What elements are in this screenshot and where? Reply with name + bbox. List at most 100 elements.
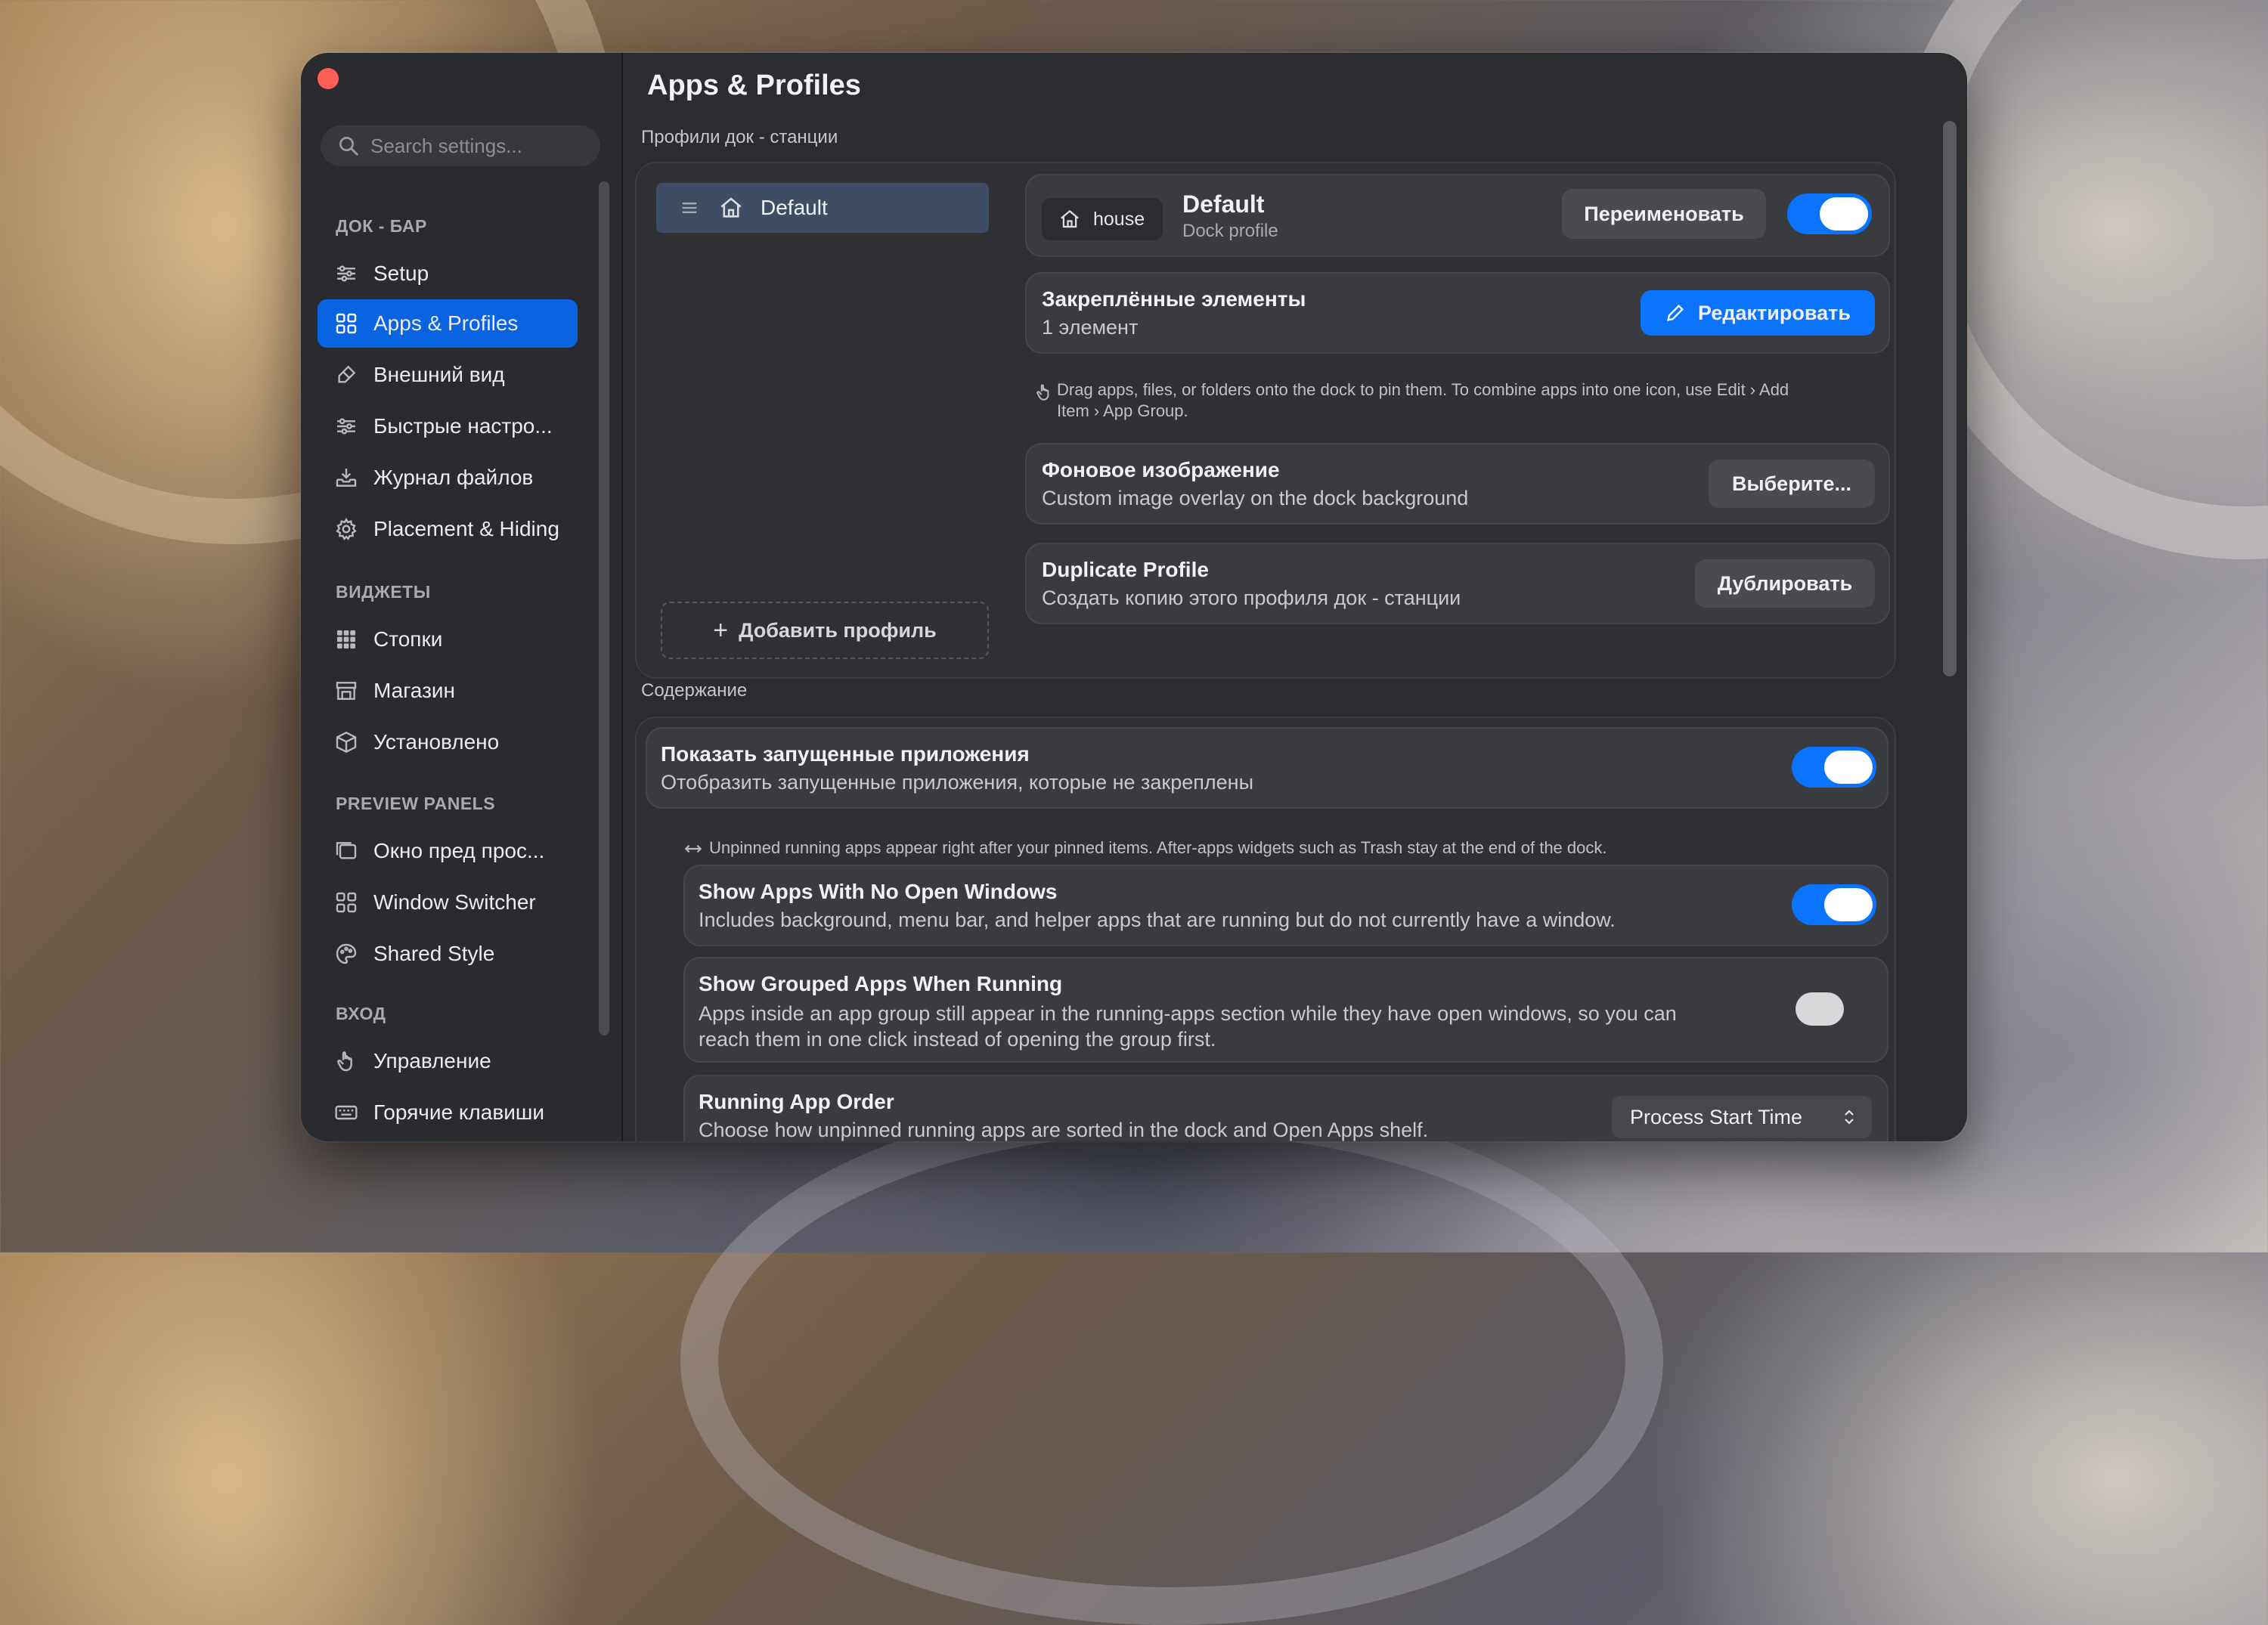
grouped-subtitle: Apps inside an app group still appear in…	[699, 1001, 1772, 1052]
pinned-items-card: Закреплённые элементы 1 элемент Редактир…	[1025, 272, 1890, 354]
store-icon	[336, 682, 357, 700]
settings-window: ДОК - БАР Setup Apps & Profiles Внешний …	[301, 53, 1967, 1141]
sliders-icon	[337, 265, 355, 282]
add-profile-button[interactable]: + Добавить профиль	[661, 602, 989, 659]
show-running-subtitle: Отобразить запущенные приложения, которы…	[661, 771, 1253, 794]
order-select[interactable]: Process Start Time	[1612, 1096, 1872, 1138]
page-title: Apps & Profiles	[647, 70, 861, 101]
show-running-toggle[interactable]	[1792, 747, 1876, 788]
window-preview-icon	[336, 842, 357, 859]
grid-filled-icon	[337, 630, 355, 648]
plus-icon: +	[713, 615, 729, 645]
search-input[interactable]	[369, 133, 599, 159]
no-windows-subtitle: Includes background, menu bar, and helpe…	[699, 908, 1616, 931]
close-window-button[interactable]	[318, 68, 339, 89]
choose-image-button[interactable]: Выберите...	[1709, 460, 1875, 508]
rename-button[interactable]: Переименовать	[1562, 189, 1766, 239]
profile-name: Default	[761, 196, 828, 219]
sidebar-item-installed[interactable]: Установлено	[318, 718, 578, 766]
main-content: Apps & Profiles Профили док - станции De…	[623, 53, 1967, 1141]
section-header-dock-bar: ДОК - БАР	[336, 216, 427, 236]
profiles-group-label: Профили док - станции	[641, 127, 838, 147]
palette-icon	[336, 943, 357, 964]
sidebar-item-label: Placement & Hiding	[373, 517, 559, 540]
sidebar: ДОК - БАР Setup Apps & Profiles Внешний …	[301, 53, 623, 1141]
sidebar-item-placement-hiding[interactable]: Placement & Hiding	[318, 505, 578, 553]
add-profile-label: Добавить профиль	[739, 618, 937, 642]
duplicate-title: Duplicate Profile	[1042, 558, 1209, 581]
hand-icon	[337, 1051, 352, 1072]
profile-title: Default	[1182, 190, 1265, 218]
chevron-updown-icon	[1845, 1110, 1854, 1125]
box-icon	[336, 731, 357, 754]
profile-icon-picker[interactable]: house	[1042, 198, 1163, 240]
sidebar-item-label: Управление	[373, 1049, 491, 1072]
running-hint: Unpinned running apps appear right after…	[709, 838, 1607, 857]
arrows-horizontal-icon	[684, 844, 702, 853]
section-header-widgets: ВИДЖЕТЫ	[336, 582, 431, 602]
grid-icon	[336, 313, 357, 334]
section-header-preview-panels: PREVIEW PANELS	[336, 794, 496, 813]
background-title: Фоновое изображение	[1042, 458, 1280, 481]
sidebar-item-appearance[interactable]: Внешний вид	[318, 351, 578, 399]
hand-pointer-icon	[1036, 384, 1049, 401]
sidebar-item-shared-style[interactable]: Shared Style	[318, 930, 578, 978]
sidebar-item-stacks[interactable]: Стопки	[318, 615, 578, 664]
search-field[interactable]	[321, 125, 600, 166]
sidebar-item-label: Горячие клавиши	[373, 1100, 544, 1124]
gear-icon	[336, 517, 357, 540]
sidebar-item-label: Window Switcher	[373, 890, 536, 914]
show-running-title: Показать запущенные приложения	[661, 742, 1030, 766]
no-open-windows-card: Show Apps With No Open Windows Includes …	[683, 865, 1888, 946]
grouped-subtitle-line: reach them in one click instead of openi…	[699, 1028, 1216, 1051]
profile-enabled-toggle[interactable]	[1787, 193, 1872, 234]
keyboard-icon	[335, 1105, 358, 1120]
edit-pinned-label: Редактировать	[1698, 301, 1851, 324]
sidebar-scrollbar[interactable]	[599, 181, 609, 1035]
order-subtitle: Choose how unpinned running apps are sor…	[699, 1119, 1429, 1141]
sidebar-item-quick-settings[interactable]: Быстрые настро...	[318, 402, 578, 450]
grouped-apps-card: Show Grouped Apps When Running Apps insi…	[683, 957, 1888, 1063]
profile-header-card: house Default Dock profile Переименовать	[1025, 174, 1890, 257]
sidebar-item-label: Внешний вид	[373, 363, 505, 386]
profile-icon-name: house	[1093, 208, 1145, 230]
sidebar-item-label: Стопки	[373, 627, 443, 651]
order-title: Running App Order	[699, 1090, 894, 1113]
duplicate-subtitle: Создать копию этого профиля док - станци…	[1042, 587, 1461, 609]
profile-subtitle: Dock profile	[1182, 221, 1278, 241]
sidebar-item-setup[interactable]: Setup	[318, 249, 578, 298]
edit-pinned-button[interactable]: Редактировать	[1641, 290, 1875, 336]
duplicate-profile-card: Duplicate Profile Создать копию этого пр…	[1025, 543, 1890, 624]
sidebar-item-label: Установлено	[373, 730, 500, 754]
sidebar-item-label: Окно пред прос...	[373, 839, 545, 862]
sidebar-item-preview-window[interactable]: Окно пред прос...	[318, 827, 578, 875]
order-selected-value: Process Start Time	[1630, 1105, 1803, 1128]
pinned-hint-line: Drag apps, files, or folders onto the do…	[1057, 380, 1789, 399]
sidebar-item-apps-profiles[interactable]: Apps & Profiles	[318, 299, 578, 348]
sidebar-item-store[interactable]: Магазин	[318, 667, 578, 715]
pinned-hint: Drag apps, files, or folders onto the do…	[1057, 379, 1873, 422]
grouped-apps-toggle[interactable]	[1792, 989, 1876, 1029]
running-order-card: Running App Order Choose how unpinned ru…	[683, 1075, 1888, 1141]
house-icon	[720, 197, 742, 218]
grouped-title: Show Grouped Apps When Running	[699, 972, 1063, 995]
drag-handle-icon[interactable]	[679, 197, 700, 218]
sidebar-item-hotkeys[interactable]: Горячие клавиши	[318, 1088, 578, 1137]
show-running-card: Показать запущенные приложения Отобразит…	[646, 727, 1888, 809]
sidebar-item-window-switcher[interactable]: Window Switcher	[318, 878, 578, 927]
profile-list-item[interactable]: Default	[656, 183, 989, 233]
section-header-input: ВХОД	[336, 1004, 386, 1023]
no-windows-toggle[interactable]	[1792, 884, 1876, 925]
house-icon	[1061, 209, 1079, 228]
brush-icon	[338, 365, 356, 383]
duplicate-button[interactable]: Дублировать	[1695, 559, 1875, 608]
main-scrollbar[interactable]	[1943, 121, 1957, 676]
sidebar-item-label: Shared Style	[373, 942, 495, 965]
sidebar-item-label: Setup	[373, 262, 429, 285]
sidebar-item-label: Журнал файлов	[373, 466, 534, 489]
sliders-icon	[337, 418, 355, 435]
sidebar-item-file-log[interactable]: Журнал файлов	[318, 453, 578, 502]
sidebar-item-control[interactable]: Управление	[318, 1037, 578, 1085]
pinned-hint-line: Item › App Group.	[1057, 401, 1188, 420]
profiles-panel: Default + Добавить профиль house Default…	[635, 162, 1896, 679]
